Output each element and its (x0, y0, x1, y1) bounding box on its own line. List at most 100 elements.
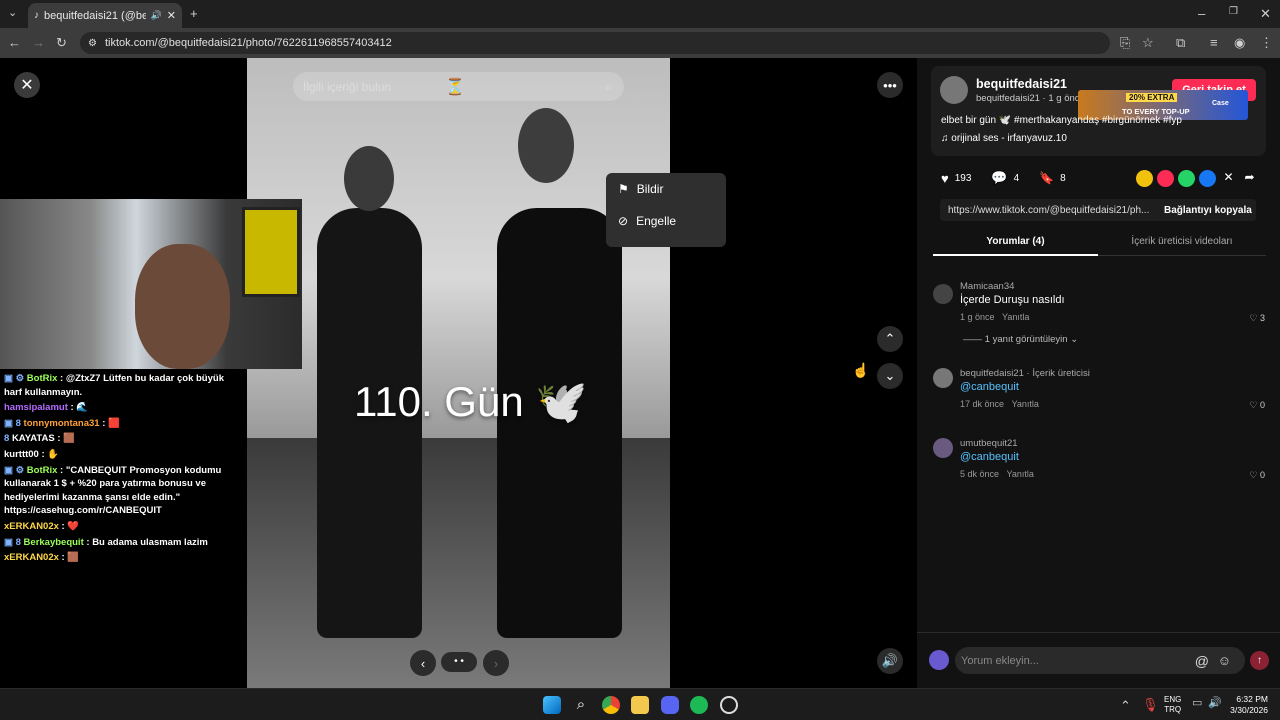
tab-creator-videos[interactable]: İçerik üreticisi videoları (1098, 230, 1266, 256)
address-bar-row: ← → ↻ ⚙ tiktok.com/@bequitfedaisi21/phot… (0, 28, 1280, 58)
spotify-icon[interactable] (690, 696, 708, 714)
webcam-overlay (0, 199, 302, 369)
chat-username[interactable]: xERKAN02x (4, 552, 59, 563)
comment-author[interactable]: bequitfedaisi21 · İçerik üreticisi (960, 368, 1265, 379)
media-icon[interactable]: ≡ (1210, 36, 1218, 49)
volume-tray-icon[interactable]: 🔊 (1208, 698, 1222, 709)
restore-icon[interactable]: ❐ (1229, 7, 1238, 17)
author-avatar[interactable] (940, 76, 968, 104)
lang-line1: ENG (1164, 695, 1182, 704)
language-indicator[interactable]: ENG TRQ (1164, 695, 1181, 715)
tray-chevron-icon[interactable]: ⌃ (1120, 699, 1131, 712)
chat-username[interactable]: BotRix (27, 373, 58, 384)
block-menu-item[interactable]: ⊘ Engelle (606, 205, 726, 237)
my-avatar[interactable] (929, 650, 949, 670)
discord-icon[interactable] (661, 696, 679, 714)
browser-tab[interactable]: ♪ bequitfedaisi21 (@bequitfe 🔊 ✕ (28, 3, 182, 28)
avatar[interactable] (933, 438, 953, 458)
site-info-icon[interactable]: ⚙ (88, 38, 97, 49)
chat-username[interactable]: tonnymontana31 (24, 418, 100, 429)
chat-username[interactable]: BotRix (27, 465, 58, 476)
app-icon[interactable] (720, 696, 738, 714)
chat-username[interactable]: hamsipalamut (4, 402, 68, 413)
more-menu: ⚑ Bildir ⊘ Engelle (606, 173, 726, 247)
more-options-button[interactable]: ••• (877, 72, 903, 98)
like-icon[interactable]: ♥ (941, 171, 949, 186)
x-icon[interactable]: ✕ (1220, 170, 1237, 187)
tab-close-icon[interactable]: ✕ (167, 9, 176, 22)
window-close-icon[interactable]: ✕ (1260, 7, 1271, 20)
comment-icon[interactable]: 💬 (991, 170, 1007, 186)
next-photo-button[interactable]: › (483, 650, 509, 676)
music-note-icon: ♫ (941, 133, 952, 144)
chat-username[interactable]: xERKAN02x (4, 521, 59, 532)
post-info-card: bequitfedaisi21 bequitfedaisi21 · 1 g ön… (931, 66, 1266, 156)
photo-content[interactable] (247, 58, 670, 688)
minimize-icon[interactable]: – (1198, 7, 1205, 20)
next-post-button[interactable]: ⌄ (877, 363, 903, 389)
facebook-icon[interactable] (1199, 170, 1216, 187)
search-input[interactable]: İlgili içeriği bulun ⏳ ⌕ (293, 72, 624, 101)
chat-message: hamsipalamut : 🌊 (0, 400, 246, 416)
author-sub: bequitfedaisi21 · 1 g önce (976, 93, 1085, 104)
monitor-icon[interactable]: ▭ (1192, 698, 1202, 709)
chat-username[interactable]: KAYATAS (12, 433, 55, 444)
comment-text: @canbequit (960, 451, 1019, 463)
tab-search-icon[interactable]: ⌄ (8, 8, 17, 19)
tab-comments[interactable]: Yorumlar (4) (933, 230, 1098, 256)
tiktok-icon: ♪ (34, 10, 39, 21)
comment-like[interactable]: ♡ 3 (1249, 313, 1265, 324)
mention-icon[interactable]: @ (1195, 653, 1209, 669)
chat-username[interactable]: Berkaybequit (24, 537, 84, 548)
copy-link-button[interactable]: Bağlantıyı kopyala (1162, 205, 1252, 216)
comment-input[interactable]: Yorum ekleyin... @ ☺ (955, 647, 1245, 674)
forward-icon[interactable]: → (32, 36, 45, 49)
comment-like[interactable]: ♡ 0 (1249, 400, 1265, 411)
volume-button[interactable]: 🔊 (877, 648, 903, 674)
view-replies-button[interactable]: —— 1 yanıt görüntüleyin ⌄ (963, 334, 1265, 345)
ad-brand: Case (1212, 100, 1229, 107)
share-arrow-icon[interactable]: ➦ (1241, 170, 1258, 187)
mic-icon[interactable]: 🎙 (1142, 698, 1159, 711)
reload-icon[interactable]: ↻ (56, 36, 67, 49)
chrome-icon[interactable] (602, 696, 620, 714)
avatar[interactable] (933, 368, 953, 388)
install-icon[interactable]: ⎘ (1120, 36, 1130, 49)
file-explorer-icon[interactable] (631, 696, 649, 714)
post-comment-button[interactable]: ↑ (1250, 651, 1269, 670)
reply-button[interactable]: Yanıtla (1007, 469, 1034, 479)
chat-username[interactable]: kurttt00 (4, 449, 39, 460)
bookmark-star-icon[interactable]: ☆ (1142, 36, 1154, 49)
reply-button[interactable]: Yanıtla (1012, 399, 1039, 409)
avatar[interactable] (933, 284, 953, 304)
save-icon[interactable]: 🔖 (1039, 171, 1054, 185)
repost-icon[interactable] (1157, 170, 1174, 187)
back-icon[interactable]: ← (8, 36, 21, 49)
comment-author[interactable]: umutbequit21 (960, 438, 1265, 449)
author-name[interactable]: bequitfedaisi21 (976, 77, 1067, 91)
close-icon: ✕ (20, 77, 34, 94)
comment-like[interactable]: ♡ 0 (1249, 470, 1265, 481)
close-viewer-button[interactable]: ✕ (14, 72, 40, 98)
profile-icon[interactable]: ◉ (1234, 36, 1245, 49)
report-menu-item[interactable]: ⚑ Bildir (606, 173, 726, 205)
address-field[interactable]: ⚙ tiktok.com/@bequitfedaisi21/photo/7622… (80, 32, 1110, 54)
search-icon[interactable]: ⌕ (605, 79, 612, 95)
reply-button[interactable]: Yanıtla (1002, 312, 1029, 322)
new-tab-icon[interactable]: + (190, 7, 198, 20)
clock[interactable]: 6:32 PM 3/30/2026 (1226, 694, 1268, 716)
prev-photo-button[interactable]: ‹ (410, 650, 436, 676)
start-icon[interactable] (543, 696, 561, 714)
browser-menu-icon[interactable]: ⋮ (1260, 36, 1273, 49)
previous-post-button[interactable]: ⌃ (877, 326, 903, 352)
chat-text: 🌊 (76, 402, 89, 414)
whatsapp-icon[interactable] (1178, 170, 1195, 187)
emoji-icon[interactable]: ☺ (1218, 653, 1231, 668)
extensions-icon[interactable]: ⧉ (1176, 36, 1185, 49)
taskbar-search-icon[interactable]: ⌕ (572, 696, 590, 714)
comment-author[interactable]: Mamicaan34 (960, 281, 1265, 292)
windows-taskbar: ⌕ ⌃ 🎙 ENG TRQ ▭ 🔊 6:32 PM 3/30/2026 (0, 688, 1280, 720)
speaker-icon[interactable]: 🔊 (151, 10, 162, 21)
gift-share-icon[interactable] (1136, 170, 1153, 187)
sound-row[interactable]: ♫ orijinal ses - irfanyavuz.10 (941, 133, 1067, 144)
